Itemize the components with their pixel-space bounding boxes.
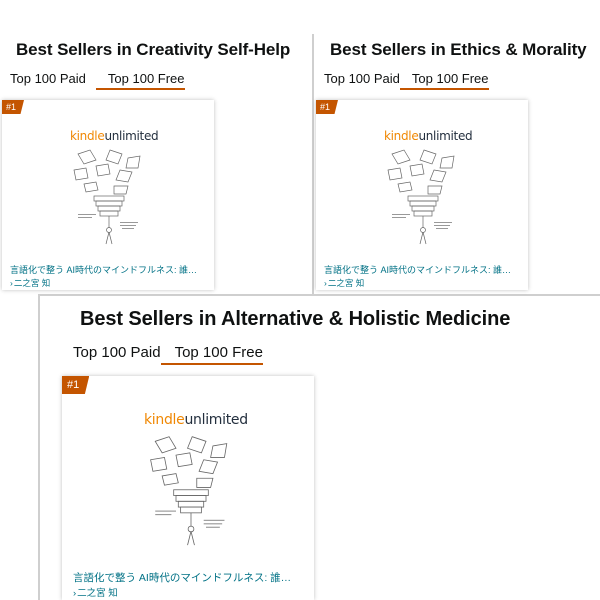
- kindle-unlimited-logo: kindleunlimited: [144, 412, 248, 428]
- chevron-right-icon: ›: [73, 588, 77, 599]
- rank-badge: #1: [62, 376, 90, 394]
- tab-bar: Top 100 Paid Top 100 Free: [324, 71, 489, 90]
- rank-badge: #1: [2, 100, 25, 114]
- book-author-link[interactable]: ›二之宮 知: [324, 277, 364, 289]
- tab-bar: Top 100 Paid Top 100 Free: [73, 344, 263, 365]
- book-cover-illustration: [387, 149, 455, 245]
- book-author-link[interactable]: ›二之宮 知: [73, 585, 118, 599]
- tab-bar: Top 100 Paid Top 100 Free: [10, 71, 185, 90]
- tab-top-100-paid[interactable]: Top 100 Paid: [73, 344, 161, 361]
- tab-top-100-free[interactable]: Top 100 Free: [399, 71, 489, 90]
- book-card[interactable]: #1 kindleunlimited 言語化で整う AI時代のマインドフルネス:…: [62, 376, 314, 600]
- author-name: 二之宮 知: [77, 588, 118, 599]
- kindle-unlimited-logo: kindleunlimited: [70, 129, 159, 143]
- book-cover-illustration: [150, 436, 228, 546]
- book-author-link[interactable]: ›二之宮 知: [10, 277, 50, 289]
- bestseller-panel-ethics: Best Sellers in Ethics & Morality Top 10…: [314, 0, 600, 294]
- book-card[interactable]: #1 kindleunlimited 言語化で整う AI時代のマインドフルネス:…: [2, 100, 214, 290]
- panel-title: Best Sellers in Alternative & Holistic M…: [80, 308, 511, 330]
- chevron-right-icon: ›: [324, 278, 327, 288]
- tab-top-100-paid[interactable]: Top 100 Paid: [10, 71, 86, 86]
- book-cover-illustration: [73, 149, 141, 245]
- book-title-link[interactable]: 言語化で整う AI時代のマインドフルネス: 誰…: [324, 263, 522, 276]
- author-name: 二之宮 知: [13, 278, 51, 288]
- book-card[interactable]: #1 kindleunlimited 言語化で整う AI時代のマインドフルネス:…: [316, 100, 528, 290]
- author-name: 二之宮 知: [327, 278, 365, 288]
- kindle-unlimited-logo: kindleunlimited: [384, 129, 473, 143]
- book-cover[interactable]: kindleunlimited: [138, 410, 248, 566]
- book-cover[interactable]: kindleunlimited: [378, 126, 473, 262]
- bestseller-panel-holistic-medicine: Best Sellers in Alternative & Holistic M…: [40, 296, 600, 600]
- rank-badge: #1: [316, 100, 339, 114]
- chevron-right-icon: ›: [10, 278, 13, 288]
- panel-title: Best Sellers in Ethics & Morality: [330, 40, 587, 59]
- tab-top-100-free[interactable]: Top 100 Free: [95, 71, 185, 90]
- tab-top-100-free[interactable]: Top 100 Free: [160, 344, 263, 365]
- book-title-link[interactable]: 言語化で整う AI時代のマインドフルネス: 誰…: [73, 570, 307, 585]
- panel-title: Best Sellers in Creativity Self-Help: [16, 40, 291, 59]
- book-cover[interactable]: kindleunlimited: [64, 126, 159, 262]
- bestseller-panel-creativity: Best Sellers in Creativity Self-Help Top…: [0, 0, 312, 294]
- book-title-link[interactable]: 言語化で整う AI時代のマインドフルネス: 誰…: [10, 263, 208, 276]
- tab-top-100-paid[interactable]: Top 100 Paid: [324, 71, 400, 86]
